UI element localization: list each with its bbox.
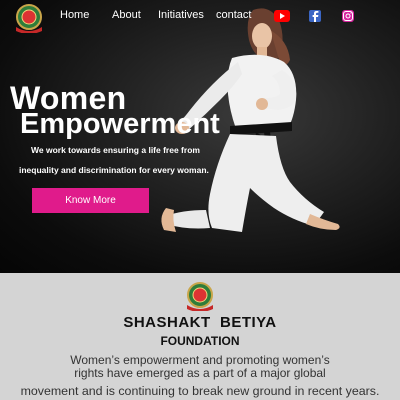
top-navigation: Home About Initiatives contact (0, 0, 400, 34)
nav-home-link[interactable]: Home (60, 9, 89, 21)
foundation-paragraph-line3: movement and is continuing to break new … (20, 384, 380, 398)
foundation-name: SHASHAKT BETIYA (123, 314, 277, 331)
hero-section: Home About Initiatives contact Women Emp… (0, 0, 400, 273)
nav-contact-link[interactable]: contact (216, 9, 251, 21)
foundation-paragraph-line1: Women’s empowerment and promoting women’… (70, 353, 330, 367)
hero-title-line2: Empowerment (20, 108, 220, 140)
nav-about-link[interactable]: About (112, 9, 141, 21)
foundation-paragraph-line2: rights have emerged as a part of a major… (74, 366, 326, 380)
foundation-section: SHASHAKT BETIYA FOUNDATION Women’s empow… (0, 273, 400, 400)
facebook-icon[interactable] (309, 10, 323, 22)
foundation-subtitle: FOUNDATION (160, 334, 240, 348)
foundation-logo-icon (187, 282, 213, 311)
nav-initiatives-link[interactable]: Initiatives (158, 9, 204, 21)
instagram-icon[interactable] (342, 10, 356, 22)
know-more-button[interactable]: Know More (32, 188, 149, 213)
hero-subtitle-line1: We work towards ensuring a life free fro… (31, 145, 200, 155)
youtube-icon[interactable] (274, 10, 290, 22)
hero-subtitle-line2: inequality and discrimination for every … (19, 165, 209, 175)
foundation-logo-icon[interactable] (13, 3, 45, 33)
